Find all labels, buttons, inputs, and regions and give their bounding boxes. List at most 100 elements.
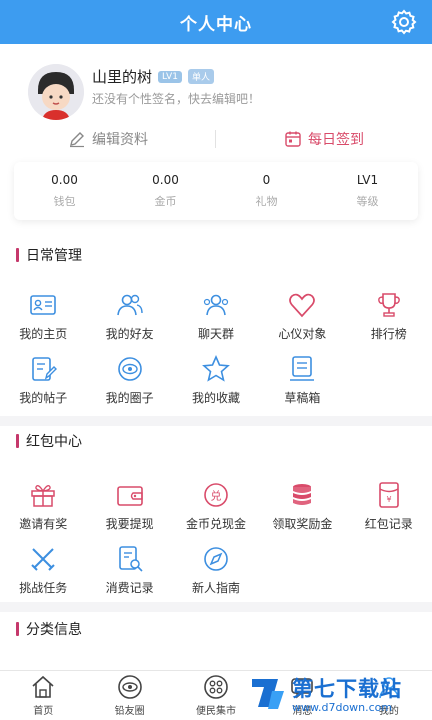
name-row: 山里的树 LV1 单人 bbox=[92, 66, 214, 87]
circle-eye-icon bbox=[117, 357, 142, 381]
menu-my-posts[interactable]: 我的帖子 bbox=[0, 350, 86, 414]
page-title: 个人中心 bbox=[180, 14, 252, 35]
edit-document-icon bbox=[32, 357, 58, 381]
stat-value: 0.00 bbox=[152, 173, 179, 187]
menu-red-packet-records[interactable]: ¥ 红包记录 bbox=[346, 476, 432, 540]
coin-stack-icon bbox=[293, 484, 312, 505]
edit-profile-label: 编辑资料 bbox=[92, 132, 148, 148]
menu-label: 我的收藏 bbox=[191, 391, 240, 405]
menu-crush[interactable]: 心仪对象 bbox=[259, 286, 345, 350]
tab-label: 便民集市 bbox=[196, 706, 237, 717]
menu-label: 金币兑现金 bbox=[185, 517, 246, 531]
stat-label: 金币 bbox=[154, 195, 177, 208]
stat-level[interactable]: LV1 等级 bbox=[317, 162, 418, 220]
tab-market[interactable]: 便民集市 bbox=[173, 671, 259, 720]
menu-label: 领取奖励金 bbox=[272, 517, 333, 531]
menu-label: 我的好友 bbox=[105, 327, 154, 341]
menu-my-friends[interactable]: 我的好友 bbox=[86, 286, 172, 350]
daily-checkin-label: 每日签到 bbox=[308, 132, 364, 148]
status-badge: 单人 bbox=[187, 69, 214, 84]
menu-coin-exchange[interactable]: 兑 金币兑现金 bbox=[173, 476, 259, 540]
app-header: 个人中心 bbox=[0, 0, 432, 44]
group-icon bbox=[203, 294, 229, 316]
menu-drafts[interactable]: 草稿箱 bbox=[259, 350, 345, 414]
menu-newbie-guide[interactable]: 新人指南 bbox=[173, 540, 259, 604]
menu-label: 邀请有奖 bbox=[19, 517, 68, 531]
menu-label: 心仪对象 bbox=[278, 327, 327, 341]
exchange-coin-icon: 兑 bbox=[204, 483, 228, 507]
menu-spending-records[interactable]: 消费记录 bbox=[86, 540, 172, 604]
menu-label: 排行榜 bbox=[370, 327, 407, 341]
username: 山里的树 bbox=[92, 68, 153, 86]
menu-leaderboard[interactable]: 排行榜 bbox=[346, 286, 432, 350]
section-title: 分类信息 bbox=[16, 614, 82, 644]
eye-circle-icon bbox=[117, 675, 142, 699]
menu-label: 挑战任务 bbox=[19, 581, 68, 595]
tab-friends-circle[interactable]: 铅友圈 bbox=[86, 671, 172, 720]
menu-label: 消费记录 bbox=[105, 581, 154, 595]
wallet-icon bbox=[116, 486, 143, 506]
drafts-icon bbox=[290, 356, 315, 381]
svg-text:¥: ¥ bbox=[386, 495, 391, 504]
menu-label: 我的帖子 bbox=[19, 391, 68, 405]
home-icon bbox=[32, 675, 54, 698]
daily-grid: 我的主页 我的好友 聊天群 心仪对象 排行榜 我的帖子 我的圈子 我的收藏 草稿… bbox=[0, 286, 432, 414]
watermark-logo-icon bbox=[252, 679, 284, 709]
menu-label: 新人指南 bbox=[191, 581, 240, 595]
site-watermark: 第七下载站 www.d7down.com bbox=[248, 666, 432, 720]
menu-my-circles[interactable]: 我的圈子 bbox=[86, 350, 172, 414]
id-card-icon bbox=[30, 295, 56, 315]
profile-actions: 编辑资料 每日签到 bbox=[0, 124, 432, 154]
crossed-swords-icon bbox=[31, 548, 55, 571]
settings-gear-icon[interactable] bbox=[390, 8, 418, 36]
signature-text[interactable]: 还没有个性签名，快去编辑吧！ bbox=[92, 90, 260, 107]
compass-icon bbox=[204, 547, 228, 571]
pencil-icon bbox=[70, 132, 84, 148]
menu-claim-bonus[interactable]: 领取奖励金 bbox=[259, 476, 345, 540]
receipt-search-icon bbox=[118, 546, 143, 572]
menu-label: 红包记录 bbox=[364, 517, 413, 531]
stat-value: 0 bbox=[262, 173, 271, 187]
friends-icon bbox=[116, 294, 143, 316]
menu-withdraw[interactable]: 我要提现 bbox=[86, 476, 172, 540]
trophy-icon bbox=[377, 293, 400, 317]
menu-invite-reward[interactable]: 邀请有奖 bbox=[0, 476, 86, 540]
star-icon bbox=[202, 355, 230, 382]
stat-gifts[interactable]: 0 礼物 bbox=[216, 162, 317, 220]
menu-label: 我的主页 bbox=[19, 327, 68, 341]
svg-text:兑: 兑 bbox=[210, 489, 221, 503]
menu-label: 草稿箱 bbox=[284, 391, 321, 405]
level-badge: LV1 bbox=[158, 70, 182, 83]
menu-label: 聊天群 bbox=[197, 327, 234, 341]
edit-profile-button[interactable]: 编辑资料 bbox=[0, 124, 216, 154]
tab-home[interactable]: 首页 bbox=[0, 671, 86, 720]
stat-coins[interactable]: 0.00 金币 bbox=[115, 162, 216, 220]
red-packet-section: 红包中心 邀请有奖 我要提现 兑 金币兑现金 领取奖励金 ¥ 红包记录 挑战任务… bbox=[0, 426, 432, 602]
stat-value: LV1 bbox=[356, 173, 379, 187]
watermark-url: www.d7down.com bbox=[292, 700, 393, 714]
daily-management-section: 日常管理 我的主页 我的好友 聊天群 心仪对象 排行榜 我的帖子 我的圈子 我的… bbox=[0, 240, 432, 416]
menu-my-favorites[interactable]: 我的收藏 bbox=[173, 350, 259, 414]
stat-wallet[interactable]: 0.00 钱包 bbox=[14, 162, 115, 220]
section-title: 日常管理 bbox=[16, 240, 82, 270]
menu-my-homepage[interactable]: 我的主页 bbox=[0, 286, 86, 350]
menu-label: 我的圈子 bbox=[105, 391, 154, 405]
tab-label: 铅友圈 bbox=[114, 706, 145, 717]
avatar[interactable] bbox=[28, 64, 84, 120]
section-title: 红包中心 bbox=[16, 426, 82, 456]
stats-panel: 0.00 钱包 0.00 金币 0 礼物 LV1 等级 bbox=[14, 162, 418, 220]
stat-label: 礼物 bbox=[255, 195, 278, 208]
red-envelope-icon: ¥ bbox=[378, 482, 399, 508]
menu-challenge-tasks[interactable]: 挑战任务 bbox=[0, 540, 86, 604]
stat-label: 等级 bbox=[356, 195, 379, 208]
red-packet-grid: 邀请有奖 我要提现 兑 金币兑现金 领取奖励金 ¥ 红包记录 挑战任务 消费记录 bbox=[0, 476, 432, 604]
watermark-title: 第七下载站 bbox=[292, 676, 402, 701]
category-section: 分类信息 bbox=[0, 612, 432, 670]
heart-icon bbox=[289, 293, 316, 318]
menu-chat-group[interactable]: 聊天群 bbox=[173, 286, 259, 350]
stat-value: 0.00 bbox=[51, 173, 78, 187]
tab-label: 首页 bbox=[33, 706, 54, 717]
calendar-icon bbox=[285, 131, 301, 147]
action-divider bbox=[215, 130, 216, 148]
daily-checkin-button[interactable]: 每日签到 bbox=[216, 124, 432, 154]
